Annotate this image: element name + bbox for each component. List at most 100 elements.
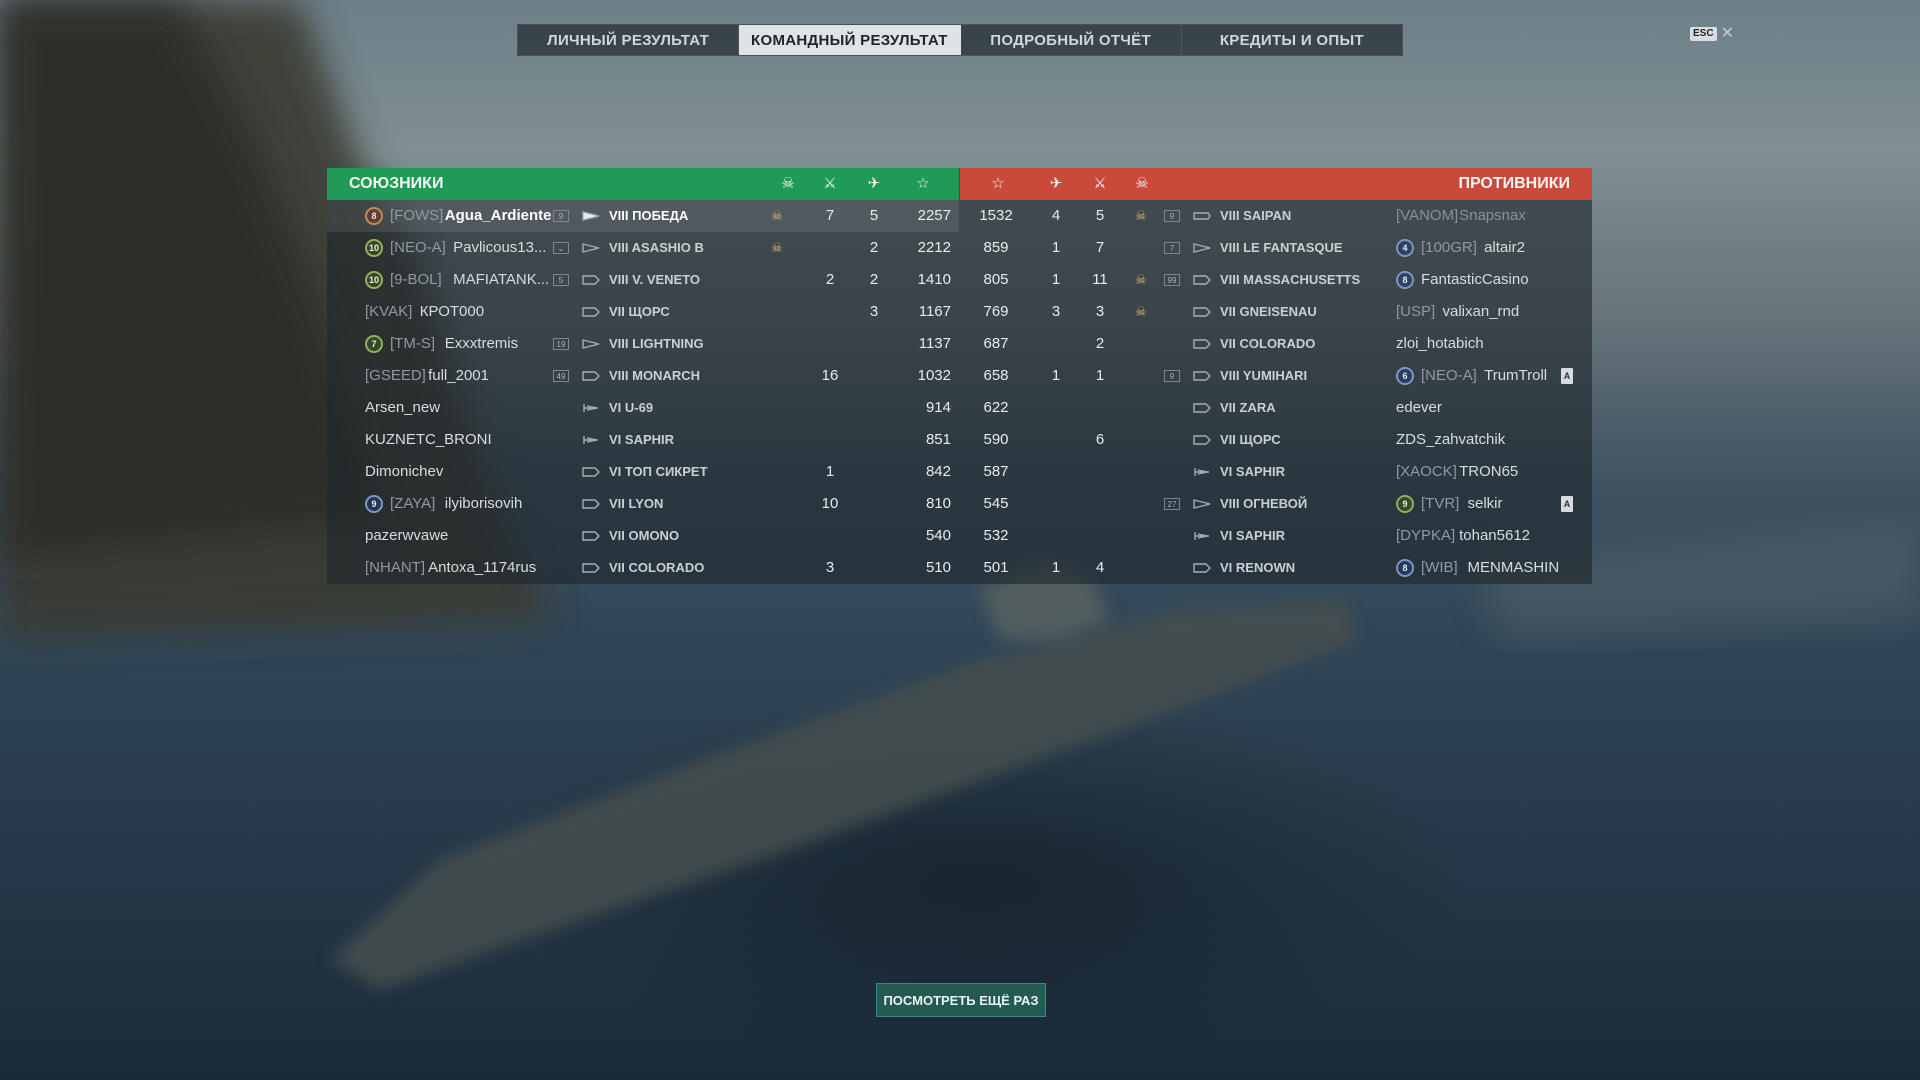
division-badge: ⌄ <box>553 242 569 254</box>
enemy-row[interactable]: 501 1 4 VI RENOWN 8 [WIB] MENMASHIN <box>960 552 1592 584</box>
ally-row[interactable]: [KVAK] КРОТ000 VII ЩОРС 3 1167 <box>327 296 959 328</box>
planes-value: 5 <box>869 207 879 224</box>
player-name[interactable]: Antoxa_1174rus <box>428 552 536 584</box>
replay-button[interactable]: ПОСМОТРЕТЬ ЕЩЁ РАЗ <box>876 983 1046 1017</box>
ally-row[interactable]: pazerwvawe VII OMONO 540 <box>327 520 959 552</box>
player-name[interactable]: altair2 <box>1484 232 1525 264</box>
player-name[interactable]: zloi_hotabich <box>1396 328 1484 360</box>
player-name[interactable]: Exxxtremis <box>445 328 518 360</box>
player-name[interactable]: full_2001 <box>428 360 489 392</box>
ally-row[interactable]: 10 [NEO-A] Pavlicous13... ⌄ VIII ASASHIO B ☠ 2… <box>327 232 959 264</box>
tab-2[interactable]: КОМАНДНЫЙ РЕЗУЛЬТАТ <box>739 25 961 55</box>
xp-value: 590 <box>983 431 1009 448</box>
player-name[interactable]: Agua_Ardiente <box>445 200 552 232</box>
enemy-row[interactable]: 1532 4 5 ☠ 9 VIII SAIPAN [VANOM] Snapsnax <box>960 200 1592 232</box>
rank-medal-icon: 9 <box>365 495 383 513</box>
enemy-row[interactable]: 590 6 VII ЩОРС ZDS_zahvatchik <box>960 424 1592 456</box>
ally-row[interactable]: 10 [9-BOL] MAFIATANK... 5 VIII V. VENETO 2 2 14… <box>327 264 959 296</box>
skull-icon: ☠ <box>771 208 783 223</box>
enemy-row[interactable]: 622 VII ZARA edever <box>960 392 1592 424</box>
player-name[interactable]: tohan5612 <box>1459 520 1530 552</box>
player-name[interactable]: Dimonichev <box>365 456 443 488</box>
skull-icon: ☠ <box>771 240 783 255</box>
esc-key-label: ESC <box>1690 27 1717 41</box>
enemy-row[interactable]: 658 1 1 9 VIII YUMIHARI 6 [NEO-A] TrumTroll A <box>960 360 1592 392</box>
player-name[interactable]: Arsen_new <box>365 392 440 424</box>
enemy-row[interactable]: 532 VI SAPHIR [DYPKA] tohan5612 <box>960 520 1592 552</box>
kills-value: 16 <box>821 367 839 384</box>
xp-value: 687 <box>983 335 1009 352</box>
clan-tag: [100GR] <box>1421 239 1477 256</box>
player-name[interactable]: КРОТ000 <box>420 296 484 328</box>
skull-icon: ☠ <box>781 175 795 192</box>
ship-name: VIII MASSACHUSETTS <box>1220 272 1361 287</box>
enemy-row[interactable]: 545 27 VIII ОГНЕВОЙ 9 [TVR] selkir A <box>960 488 1592 520</box>
clan-tag: [FOWS] <box>390 207 444 224</box>
carrier-class-icon <box>1193 212 1211 220</box>
ship-name: VII ЩОРС <box>1220 432 1281 447</box>
enemy-row[interactable]: 769 3 3 ☠ VII GNEISENAU [USP] valixan_rnd <box>960 296 1592 328</box>
ship-name: VII OMONO <box>609 528 680 543</box>
enemy-row[interactable]: 859 1 7 7 VIII LE FANTASQUE 4 [100GR] altair2 <box>960 232 1592 264</box>
team-results-table: СОЮЗНИКИ ☠ ⚔ ✈ ☆ ☆ ✈ ⚔ ☠ ПРОТИВНИКИ 8 [FO… <box>327 168 1592 584</box>
ship-name: VII COLORADO <box>609 560 705 575</box>
player-name[interactable]: selkir <box>1468 488 1503 520</box>
ally-row[interactable]: 7 [TM-S] Exxxtremis 19 VIII LIGHTNING 1137 <box>327 328 959 360</box>
kills-value: 1 <box>1095 367 1105 384</box>
battleship-class-icon <box>582 499 600 509</box>
ally-row[interactable]: 9 [ZAYA] ilyiborisovih VII LYON 10 810 <box>327 488 959 520</box>
player-name[interactable]: KUZNETC_BRONI <box>365 424 492 456</box>
ally-row[interactable]: 8 [FOWS] Agua_Ardiente 9 VIII ПОБЕДА ☠ 7 5 2257 <box>327 200 959 232</box>
ally-row[interactable]: KUZNETC_BRONI VI SAPHIR 851 <box>327 424 959 456</box>
ship-name: VI SAPHIR <box>1220 464 1286 479</box>
xp-value: 1137 <box>918 335 951 352</box>
player-name[interactable]: FantasticCasino <box>1421 264 1529 296</box>
rank-medal-icon: 10 <box>365 271 383 289</box>
plane-icon: ✈ <box>867 175 881 192</box>
clan-tag: [NEO-A] <box>390 239 446 256</box>
ally-row[interactable]: [NHANT] Antoxa_1174rus VII COLORADO 3 510 <box>327 552 959 584</box>
player-name[interactable]: MAFIATANK... <box>453 264 549 296</box>
xp-value: 622 <box>983 399 1009 416</box>
player-name[interactable]: edever <box>1396 392 1442 424</box>
kills-value: 1 <box>825 463 835 480</box>
close-button[interactable]: ESC ✕ <box>1690 26 1734 42</box>
player-name[interactable]: pazerwvawe <box>365 520 448 552</box>
ally-row[interactable]: [GSEED] full_2001 49 VIII MONARCH 16 1032 <box>327 360 959 392</box>
rank-medal-icon: 7 <box>365 335 383 353</box>
kills-value: 4 <box>1095 559 1105 576</box>
rank-medal-icon: 8 <box>1396 559 1414 577</box>
enemy-row[interactable]: 587 VI SAPHIR [XAOCK] TRON65 <box>960 456 1592 488</box>
player-name[interactable]: Pavlicous13... <box>453 232 546 264</box>
division-badge: 9 <box>553 210 569 222</box>
kills-value: 7 <box>1095 239 1105 256</box>
kills-value: 11 <box>1092 271 1108 288</box>
ship-name: VII ZARA <box>1220 400 1276 415</box>
player-name[interactable]: ilyiborisovih <box>445 488 523 520</box>
enemy-row[interactable]: 805 1 11 ☠ 99 VIII MASSACHUSETTS 8 FantasticCas… <box>960 264 1592 296</box>
skull-icon: ☠ <box>1135 208 1147 223</box>
allies-title: СОЮЗНИКИ <box>349 175 444 192</box>
battleship-class-icon <box>582 275 600 285</box>
player-name[interactable]: TrumTroll <box>1484 360 1547 392</box>
destroyer-class-icon <box>582 243 600 253</box>
submarine-class-icon <box>583 436 598 444</box>
division-badge: 49 <box>553 370 569 382</box>
player-name[interactable]: ZDS_zahvatchik <box>1396 424 1505 456</box>
player-name[interactable]: valixan_rnd <box>1443 296 1520 328</box>
skull-icon: ☠ <box>1135 304 1147 319</box>
player-name[interactable]: TRON65 <box>1459 456 1518 488</box>
player-name[interactable]: Snapsnax <box>1459 200 1526 232</box>
tab-4[interactable]: КРЕДИТЫ И ОПЫТ <box>1182 25 1402 55</box>
division-badge: 27 <box>1164 498 1180 510</box>
ally-row[interactable]: Arsen_new VI U-69 914 <box>327 392 959 424</box>
enemy-row[interactable]: 687 2 VII COLORADO zloi_hotabich <box>960 328 1592 360</box>
player-name[interactable]: MENMASHIN <box>1468 552 1560 584</box>
clan-tag: [VANOM] <box>1396 207 1459 224</box>
tab-1[interactable]: ЛИЧНЫЙ РЕЗУЛЬТАТ <box>518 25 740 55</box>
ally-row[interactable]: Dimonichev VI ТОП СИКРЕТ 1 842 <box>327 456 959 488</box>
tab-3[interactable]: ПОДРОБНЫЙ ОТЧЁТ <box>961 25 1182 55</box>
ship-name: VI ТОП СИКРЕТ <box>609 464 708 479</box>
division-badge: 9 <box>1164 210 1180 222</box>
division-badge: 9 <box>1164 370 1180 382</box>
